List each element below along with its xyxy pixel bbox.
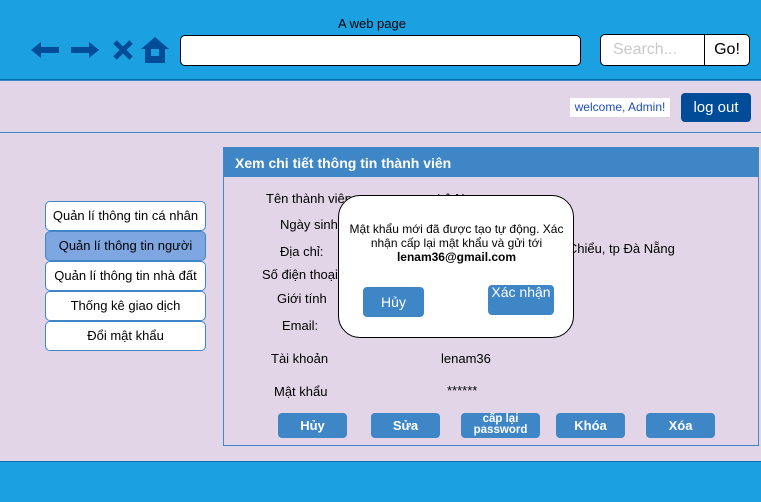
field-label-gender: Giới tính: [277, 291, 327, 306]
dialog-message: Mật khẩu mới đã được tạo tự động. Xác nh…: [344, 222, 569, 264]
sidebar-item-user-info[interactable]: Quản lí thông tin người dùng: [45, 231, 206, 281]
cancel-button[interactable]: Hủy: [278, 413, 347, 438]
field-value-password: ******: [447, 383, 478, 398]
field-label-email: Email:: [282, 318, 319, 333]
field-label-address: Địa chỉ:: [280, 244, 324, 259]
field-label-name: Tên thành viên: [266, 191, 353, 206]
field-value-account: lenam36: [441, 351, 491, 366]
reset-password-button[interactable]: cấp lại password: [461, 413, 540, 438]
field-label-password: Mật khẩu: [274, 384, 328, 399]
field-label-birthdate: Ngày sinh:: [280, 217, 342, 232]
dialog-confirm-button[interactable]: Xác nhận: [488, 285, 554, 315]
dialog-message-text: Mật khẩu mới đã được tạo tự động. Xác nh…: [349, 222, 564, 250]
dialog-cancel-button[interactable]: Hủy: [363, 287, 424, 317]
field-label-phone: Số điện thoại: [262, 267, 338, 282]
sidebar-item-transactions[interactable]: Thống kê giao dịch: [45, 291, 206, 321]
panel-title: Xem chi tiết thông tin thành viên: [224, 148, 759, 177]
footer-bar: [0, 461, 761, 502]
welcome-text: welcome, Admin!: [570, 98, 670, 117]
logout-button[interactable]: log out: [681, 93, 751, 122]
url-bar[interactable]: [180, 35, 581, 66]
home-icon[interactable]: [138, 34, 172, 66]
delete-button[interactable]: Xóa: [646, 413, 715, 438]
dialog-email: lenam36@gmail.com: [396, 250, 517, 264]
field-value-address: n Chiểu, tp Đà Nẵng: [557, 241, 675, 256]
field-label-account: Tài khoản: [271, 351, 329, 366]
sidebar-item-personal-info[interactable]: Quản lí thông tin cá nhân: [45, 201, 206, 231]
lock-button[interactable]: Khóa: [556, 413, 625, 438]
page-title: A web page: [338, 16, 406, 31]
sidebar-item-real-estate[interactable]: Quản lí thông tin nhà đất: [45, 261, 206, 291]
sidebar-item-change-password[interactable]: Đổi mật khẩu: [45, 321, 206, 351]
go-button[interactable]: Go!: [704, 34, 750, 66]
back-arrow-icon[interactable]: [28, 34, 62, 66]
forward-arrow-icon[interactable]: [68, 34, 102, 66]
edit-button[interactable]: Sửa: [371, 413, 440, 438]
search-input[interactable]: Search...: [600, 34, 705, 66]
close-icon[interactable]: [106, 34, 140, 66]
